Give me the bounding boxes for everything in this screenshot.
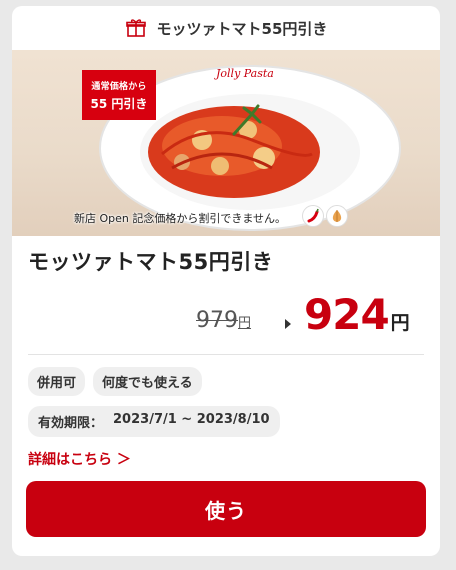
gift-icon [125, 17, 147, 39]
original-price-value: 979 [196, 308, 238, 333]
tag-combinable: 併用可 [28, 367, 86, 396]
restaurant-logo: Jolly Pasta [216, 67, 274, 80]
coupon-title: モッツァトマト55円引き [28, 250, 274, 274]
original-price: 979円 [196, 308, 251, 333]
tag-list: 併用可 何度でも使える [12, 355, 440, 396]
coupon-card: モッツァトマト55円引き Jolly Pasta 通常価格から 55 円引き 新… [12, 6, 440, 556]
details-link[interactable]: 詳細はこちら ＞ [28, 449, 131, 469]
triangle-right-icon [284, 315, 292, 334]
use-coupon-button[interactable]: 使う [26, 481, 426, 537]
validity-label: 有効期限： [38, 416, 104, 431]
chili-pepper-icon [302, 205, 324, 227]
badge-top-text: 通常価格から [91, 81, 147, 92]
discount-badge: 通常価格から 55 円引き [82, 70, 156, 120]
hero-caption: 新店 Open 記念価格から割引できません。 [74, 212, 287, 225]
discounted-price: 924 円 [304, 290, 410, 339]
discounted-price-value: 924 [304, 290, 390, 339]
price-row: 979円 924 円 [12, 282, 440, 346]
coupon-header: モッツァトマト55円引き [12, 6, 440, 50]
garlic-icon [326, 205, 348, 227]
coupon-hero-image: Jolly Pasta 通常価格から 55 円引き 新店 Open 記念価格から… [12, 50, 440, 236]
tag-reusable: 何度でも使える [93, 367, 202, 396]
original-price-unit: 円 [238, 316, 252, 331]
validity-period: 有効期限： 2023/7/1 ~ 2023/8/10 [28, 406, 280, 437]
badge-bottom-text: 55 円引き [90, 96, 148, 111]
header-title: モッツァトマト55円引き [156, 19, 328, 38]
discounted-price-unit: 円 [390, 312, 410, 334]
validity-dates: 2023/7/1 ~ 2023/8/10 [113, 412, 270, 427]
